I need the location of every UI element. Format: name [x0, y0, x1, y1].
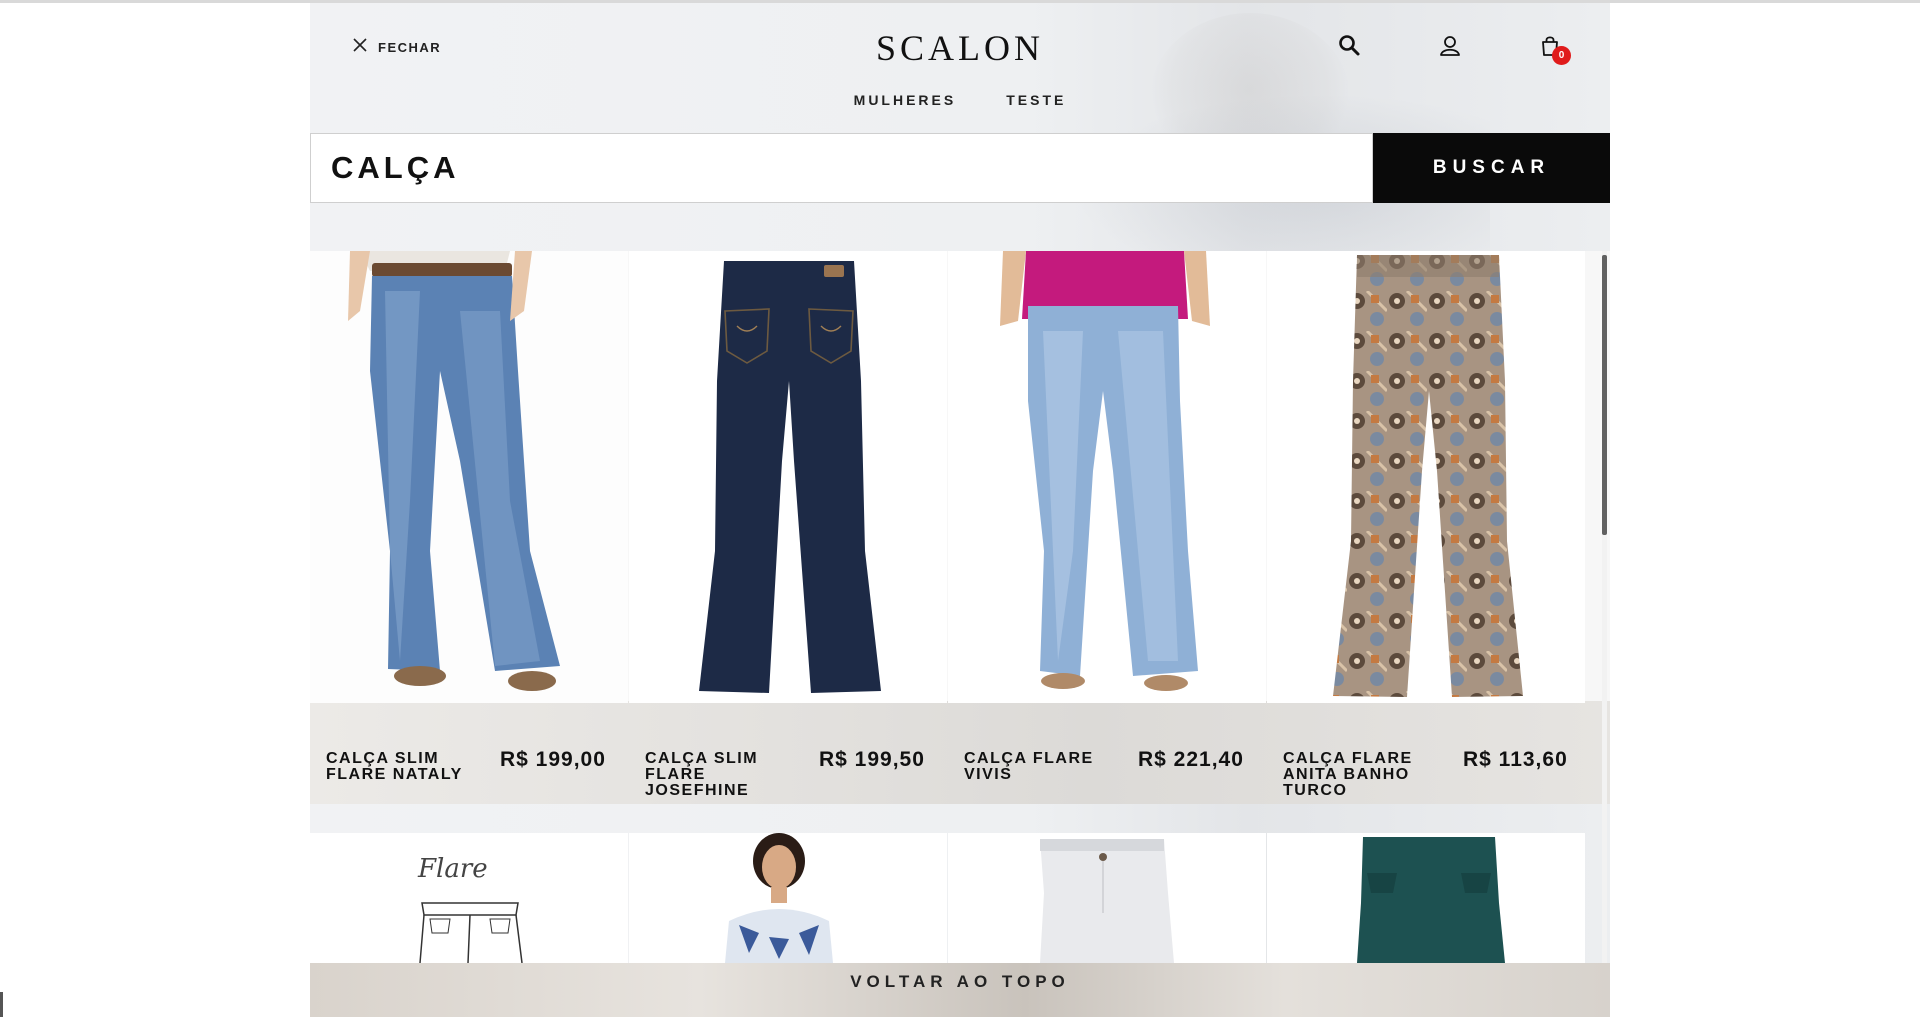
product-image-teal-pants[interactable]	[1267, 833, 1585, 963]
back-to-top-label: VOLTAR AO TOPO	[850, 972, 1070, 991]
product-price: R$ 199,50	[819, 748, 925, 771]
product-name[interactable]: CALÇA FLARE ANITA BANHO TURCO	[1283, 751, 1443, 799]
main-nav: MULHERES TESTE	[310, 92, 1610, 108]
search-icon[interactable]	[1337, 33, 1363, 59]
product-image-vivis[interactable]	[948, 251, 1266, 703]
product-price: R$ 199,00	[500, 748, 606, 771]
nav-item-teste[interactable]: TESTE	[1006, 92, 1066, 108]
search-input[interactable]	[310, 133, 1373, 203]
product-image-flare-sketch[interactable]: Flare	[310, 833, 628, 963]
product-name[interactable]: CALÇA SLIM FLARE NATALY	[326, 751, 486, 783]
search-overlay: FECHAR SCALON 0 MULHERES TESTE BUSCAR	[310, 3, 1610, 1017]
product-image-model-top[interactable]	[629, 833, 947, 963]
product-price: R$ 113,60	[1463, 748, 1568, 771]
search-results-grid: CALÇA SLIM FLARE NATALY R$ 199,00 CALÇA …	[310, 251, 1610, 963]
results-row: Flare	[310, 833, 1610, 963]
product-image-josefhine[interactable]	[629, 251, 947, 703]
user-account-icon[interactable]	[1437, 33, 1463, 59]
page-edge-marker	[0, 992, 3, 1017]
product-image-white-pants[interactable]	[948, 833, 1266, 963]
cart-count-badge: 0	[1552, 46, 1571, 65]
sketch-caption: Flare	[417, 854, 488, 884]
search-bar: BUSCAR	[310, 133, 1610, 203]
search-button[interactable]: BUSCAR	[1373, 133, 1610, 203]
nav-item-mulheres[interactable]: MULHERES	[854, 92, 957, 108]
product-name[interactable]: CALÇA FLARE VIVIS	[964, 751, 1124, 783]
back-to-top-button[interactable]: VOLTAR AO TOPO	[310, 963, 1610, 1017]
results-scrollbar-thumb[interactable]	[1602, 255, 1607, 535]
product-image-nataly[interactable]	[310, 251, 628, 703]
product-name[interactable]: CALÇA SLIM FLARE JOSEFHINE	[645, 751, 805, 799]
brand-logo[interactable]: SCALON	[310, 27, 1610, 69]
product-image-anita[interactable]	[1267, 251, 1585, 703]
product-price: R$ 221,40	[1138, 748, 1244, 771]
